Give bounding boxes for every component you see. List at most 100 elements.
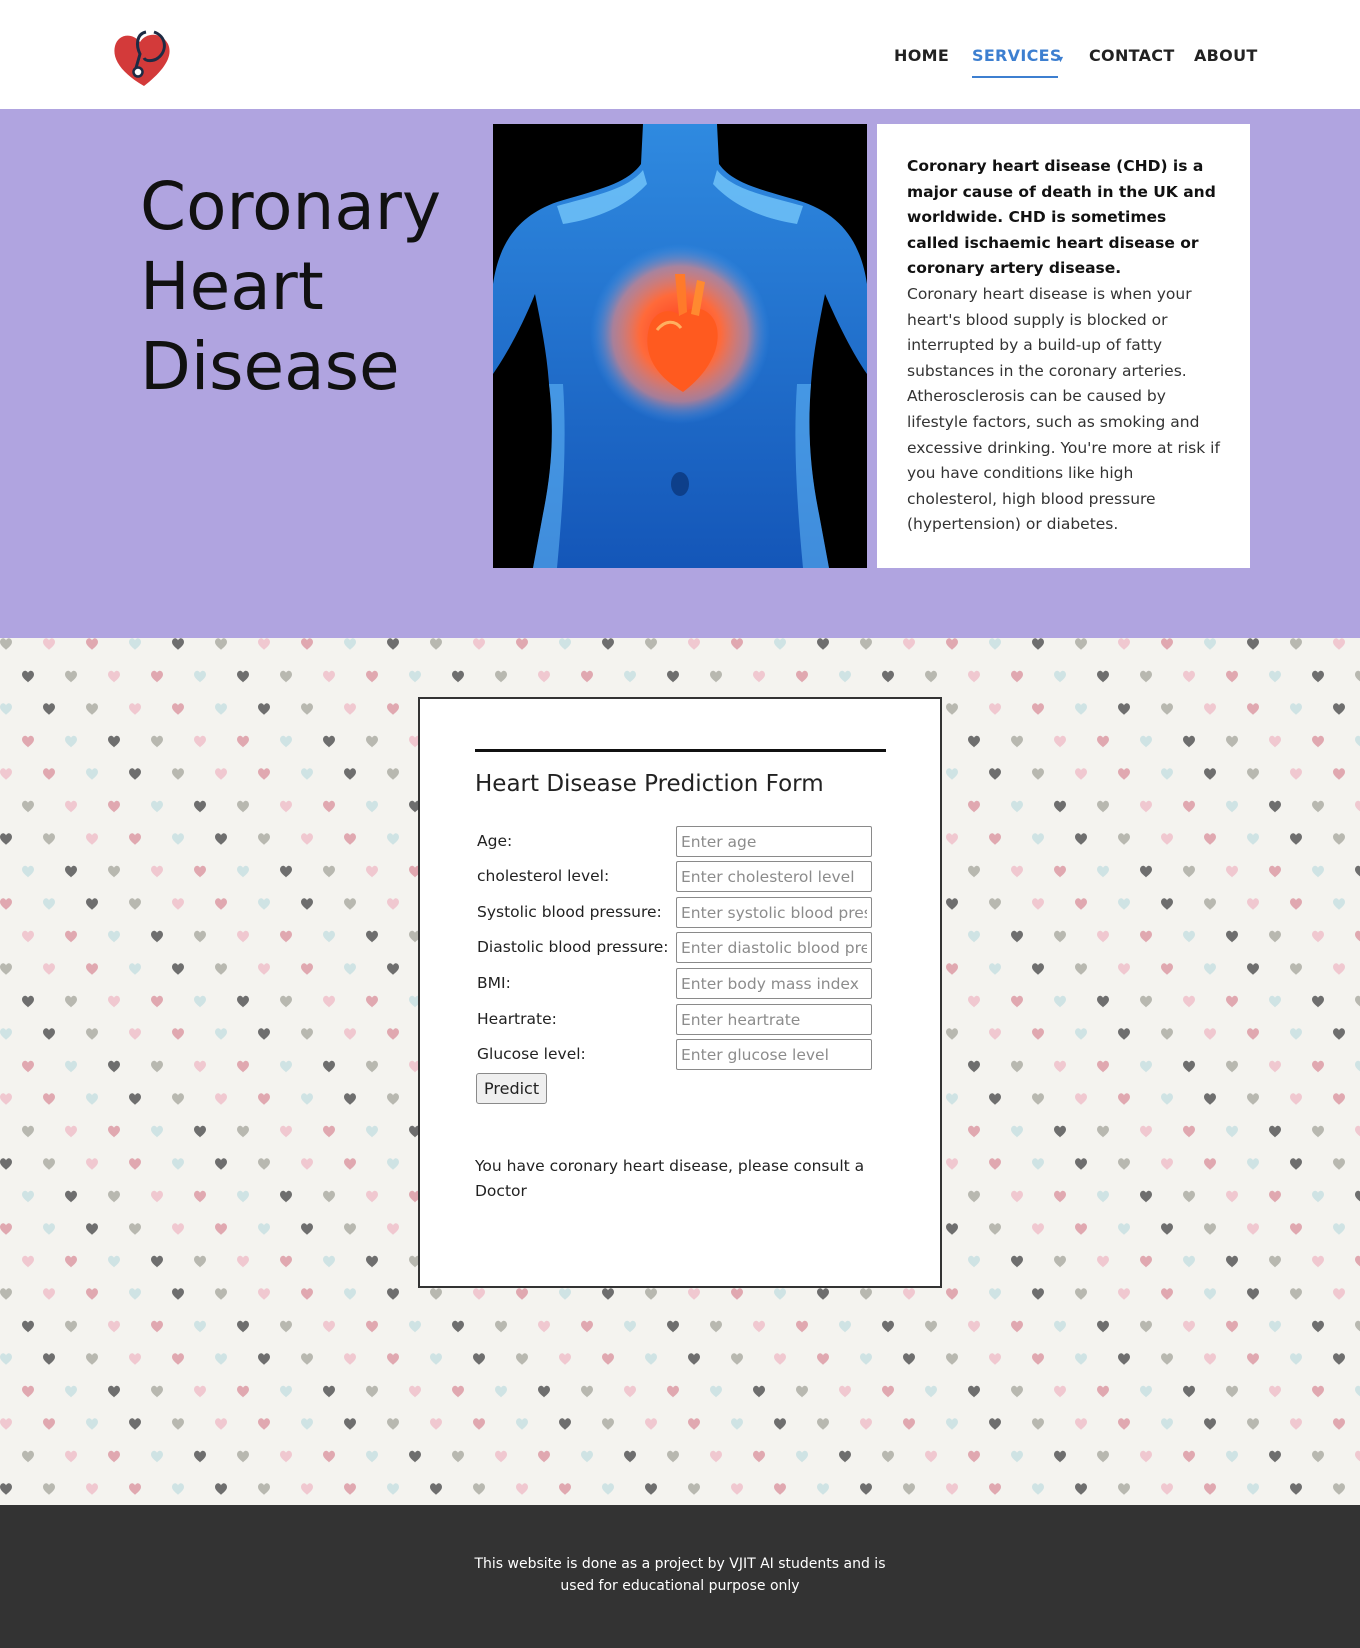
heart-icon [667, 1385, 679, 1398]
heart-icon [323, 865, 335, 878]
heart-icon [194, 1060, 206, 1073]
heart-icon [1032, 1093, 1044, 1105]
heart-icon [1247, 1418, 1259, 1430]
heart-icon [0, 898, 12, 910]
heart-icon [1355, 1450, 1360, 1462]
heart-icon [1312, 865, 1324, 878]
chevron-down-icon[interactable]: ▼ [1056, 54, 1065, 64]
heart-icon [946, 1158, 958, 1170]
heart-icon [1312, 670, 1324, 683]
heart-icon [1183, 995, 1195, 1008]
heart-icon [1054, 800, 1066, 813]
heart-icon [323, 930, 335, 943]
cholesterol-label: cholesterol level: [477, 867, 610, 885]
heart-icon [860, 1483, 872, 1495]
heart-icon [1097, 865, 1109, 878]
footer-text: This website is done as a project by VJI… [474, 1556, 886, 1594]
heart-icon [1290, 1093, 1302, 1105]
heart-icon [1140, 670, 1152, 683]
heart-icon [559, 1288, 571, 1300]
heart-icon [22, 1255, 34, 1268]
heartrate-input[interactable] [676, 1004, 872, 1035]
heart-icon [237, 800, 249, 813]
heart-icon [129, 963, 141, 975]
diastolic-input[interactable] [676, 932, 872, 963]
heart-icon [1355, 1060, 1360, 1072]
heart-icon [430, 1418, 442, 1430]
heart-icon [1075, 768, 1087, 780]
heart-icon [1183, 735, 1195, 748]
heart-icon [903, 1353, 915, 1365]
heart-icon [1075, 638, 1087, 650]
heart-icon [989, 833, 1001, 845]
heart-icon [774, 1418, 786, 1430]
heart-icon [344, 1288, 356, 1300]
bmi-input[interactable] [676, 968, 872, 999]
heart-icon [43, 703, 55, 715]
heart-icon [1290, 768, 1302, 780]
title-line-3: Disease [140, 328, 400, 405]
heart-icon [473, 1483, 485, 1495]
heart-icon [430, 1353, 442, 1365]
info-card: Coronary heart disease (CHD) is a major … [877, 124, 1250, 568]
heart-icon [1161, 1028, 1173, 1040]
heart-icon [344, 768, 356, 780]
heart-stethoscope-icon[interactable] [110, 24, 178, 92]
heart-icon [43, 1093, 55, 1105]
info-card-body: Coronary heart disease is when your hear… [907, 284, 1220, 534]
heart-icon [215, 963, 227, 975]
heart-icon [344, 1223, 356, 1235]
heart-icon [473, 1418, 485, 1430]
heart-icon [495, 1320, 507, 1333]
heart-icon [215, 1418, 227, 1430]
heart-icon [989, 1028, 1001, 1040]
heart-icon [366, 670, 378, 683]
heart-icon [129, 1483, 141, 1495]
cholesterol-input[interactable] [676, 861, 872, 892]
nav-contact[interactable]: CONTACT [1089, 46, 1175, 65]
heart-icon [323, 995, 335, 1008]
heart-icon [1075, 703, 1087, 715]
heart-icon [1333, 1158, 1345, 1170]
heart-icon [194, 1125, 206, 1138]
heart-icon [1118, 768, 1130, 780]
heart-icon [409, 1450, 421, 1463]
glucose-input[interactable] [676, 1039, 872, 1070]
heart-icon [65, 930, 77, 943]
heart-icon [43, 638, 55, 650]
heart-icon [215, 703, 227, 715]
heart-icon [1011, 1385, 1023, 1398]
heart-icon [1247, 1093, 1259, 1105]
age-input[interactable] [676, 826, 872, 857]
systolic-input[interactable] [676, 897, 872, 928]
heart-icon [1290, 638, 1302, 650]
heart-icon [989, 963, 1001, 975]
heart-icon [946, 963, 958, 975]
nav-about[interactable]: ABOUT [1194, 46, 1258, 65]
heart-icon [624, 1385, 636, 1398]
field-row-bmi: BMI: [477, 968, 897, 1000]
heart-icon [1097, 735, 1109, 748]
heart-icon [86, 703, 98, 715]
predict-button[interactable]: Predict [476, 1073, 548, 1104]
heart-icon [753, 1450, 765, 1463]
heart-icon [86, 1158, 98, 1170]
heart-icon [1312, 1125, 1324, 1138]
hero-section: Coronary Heart Disease Coronary heart di… [0, 109, 1360, 638]
heart-icon [108, 995, 120, 1008]
heart-icon [65, 1060, 77, 1073]
heart-icon [151, 735, 163, 748]
heart-icon [43, 1353, 55, 1365]
page-title: Coronary Heart Disease [140, 167, 470, 407]
heart-icon [817, 1418, 829, 1430]
heart-icon [387, 898, 399, 910]
heart-icon [387, 1158, 399, 1170]
heart-icon [581, 1450, 593, 1463]
heart-icon [1054, 1125, 1066, 1138]
heart-icon [344, 638, 356, 650]
nav-services[interactable]: SERVICES [972, 46, 1062, 65]
heart-icon [258, 1288, 270, 1300]
heart-icon [495, 670, 507, 683]
heart-icon [882, 670, 894, 683]
nav-home[interactable]: HOME [894, 46, 949, 65]
